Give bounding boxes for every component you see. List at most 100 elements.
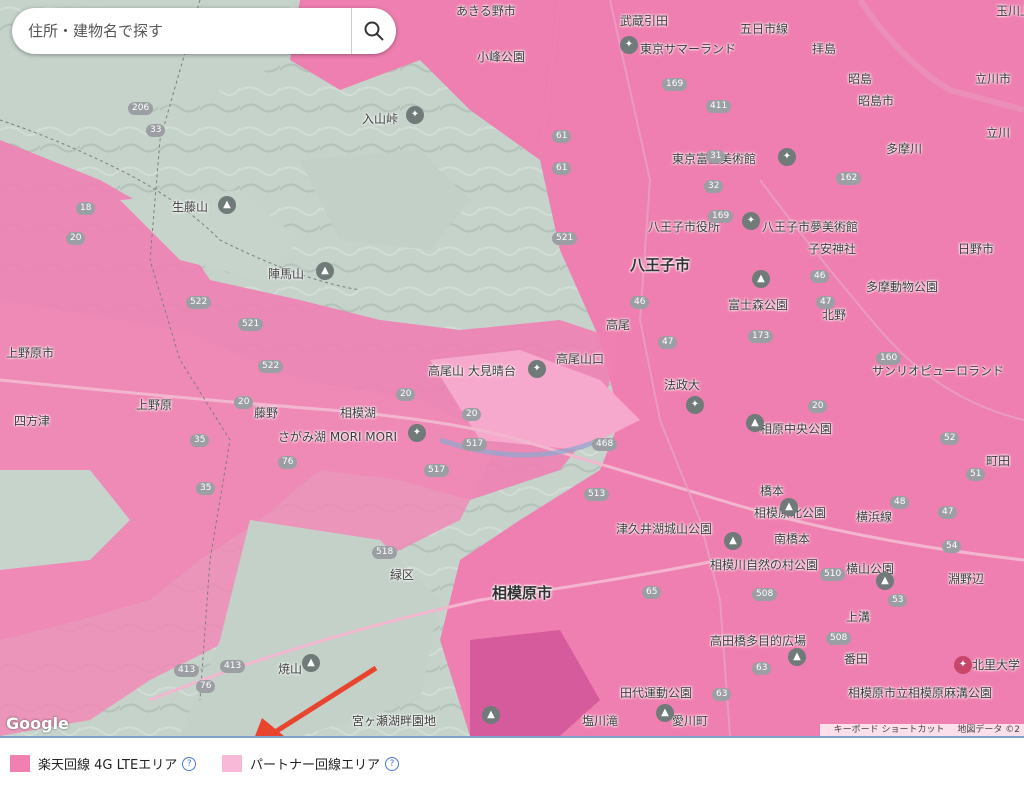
mountain-pin-icon[interactable]: ▲ [316, 262, 334, 280]
mountain-pin-icon[interactable]: ▲ [656, 704, 674, 722]
map-label-city-small[interactable]: 昭島市 [858, 92, 894, 109]
mountain-pin-icon[interactable]: ▲ [482, 706, 500, 724]
map-label-station[interactable]: 上溝 [846, 608, 870, 625]
place-pin-icon[interactable]: ✦ [408, 424, 426, 442]
map-label-poi[interactable]: 多摩動物公園 [866, 278, 938, 295]
road-shield: 76 [278, 456, 298, 469]
mountain-pin-icon[interactable]: ▲ [746, 414, 764, 432]
map-label-poi[interactable]: 高田橋多目的広場 [710, 632, 806, 649]
map-label-poi[interactable]: 塩川滝 [582, 712, 618, 729]
map-label-station[interactable]: 昭島 [848, 70, 872, 87]
road-shield: 20 [66, 232, 86, 245]
road-shield: 169 [662, 78, 688, 91]
map-label-poi[interactable]: 津久井湖城山公園 [616, 520, 712, 537]
map-label-poi[interactable]: 八王子市夢美術館 [762, 218, 858, 235]
road-shield: 54 [942, 540, 962, 553]
map-label-poi[interactable]: 田代運動公園 [620, 684, 692, 701]
map-label-poi[interactable]: 富士森公園 [728, 296, 788, 313]
road-shield: 47 [816, 296, 836, 309]
map-label-poi[interactable]: 北里大学 [972, 656, 1020, 673]
map-label-line[interactable]: 横浜線 [856, 508, 892, 525]
map-label-station[interactable]: 高尾 [606, 316, 630, 333]
map-label-station[interactable]: 玉川上水 [996, 2, 1024, 19]
place-pin-icon[interactable]: ✦ [742, 212, 760, 230]
place-pin-icon[interactable]: ✦ [528, 360, 546, 378]
road-shield: 20 [396, 388, 416, 401]
mountain-pin-icon[interactable]: ▲ [752, 270, 770, 288]
legend-item-4g: 楽天回線 4G LTEエリア ? [10, 754, 197, 773]
place-pin-icon[interactable]: ✦ [686, 396, 704, 414]
map-label-mountain[interactable]: 生藤山 [172, 198, 208, 215]
search-button[interactable] [351, 8, 396, 54]
road-shield: 76 [196, 680, 216, 693]
mountain-pin-icon[interactable]: ▲ [876, 572, 894, 590]
map-label-city-small[interactable]: 愛川町 [672, 712, 708, 729]
map-label-city-small[interactable]: 町田 [986, 452, 1010, 469]
map-label-city-small[interactable]: 日野市 [958, 240, 994, 257]
place-pin-icon[interactable]: ✦ [620, 36, 638, 54]
map-label-station[interactable]: 相模湖 [340, 404, 376, 421]
road-shield: 20 [462, 408, 482, 421]
place-pin-icon[interactable]: ✦ [778, 148, 796, 166]
road-shield: 510 [820, 568, 846, 581]
google-logo: Google [6, 714, 69, 733]
map-label-station[interactable]: 立川 [986, 124, 1010, 141]
map-label-station[interactable]: 上野原 [136, 396, 172, 413]
map-label-poi[interactable]: 高尾山 大見晴台 [428, 362, 516, 379]
mountain-pin-icon[interactable]: ▲ [788, 648, 806, 666]
map-label-poi[interactable]: 入山峠 [362, 110, 398, 127]
map-label-station[interactable]: 番田 [844, 650, 868, 667]
place-pin-icon[interactable]: ✦ [954, 656, 972, 674]
map-label-poi[interactable]: 子安神社 [808, 240, 856, 257]
road-shield: 411 [706, 100, 732, 113]
map-label-station[interactable]: 武蔵引田 [620, 12, 668, 29]
map-label-poi[interactable]: 相模原市立相模原麻溝公園 [848, 684, 992, 701]
help-icon[interactable]: ? [385, 756, 400, 771]
map-label-poi[interactable]: さがみ湖 MORI MORI [278, 428, 397, 445]
map-label-city[interactable]: 相模原市 [492, 582, 552, 603]
map-label-poi[interactable]: 小峰公園 [477, 48, 525, 65]
road-shield: 173 [748, 330, 774, 343]
mountain-pin-icon[interactable]: ▲ [302, 654, 320, 672]
map-label-city-small[interactable]: 上野原市 [6, 344, 54, 361]
mountain-pin-icon[interactable]: ▲ [724, 532, 742, 550]
map-label-station[interactable]: 拝島 [812, 40, 836, 57]
map-label-ward[interactable]: 緑区 [390, 566, 414, 583]
map-label-mountain[interactable]: 焼山 [278, 660, 302, 677]
keyboard-shortcuts-link[interactable]: キーボード ショートカット [834, 725, 945, 735]
map-label-city-small[interactable]: 立川市 [975, 70, 1011, 87]
map-label-city[interactable]: 八王子市 [630, 254, 690, 275]
map-label-poi[interactable]: 法政大 [664, 376, 700, 393]
place-pin-icon[interactable]: ✦ [406, 106, 424, 124]
map-label-station[interactable]: 橋本 [760, 482, 784, 499]
mountain-pin-icon[interactable]: ▲ [218, 196, 236, 214]
road-shield: 162 [836, 172, 862, 185]
map-label-line[interactable]: 五日市線 [740, 20, 788, 37]
road-shield: 521 [552, 232, 578, 245]
map-label-poi[interactable]: 宮ヶ瀬湖畔園地 [352, 712, 436, 729]
road-shield: 53 [888, 594, 908, 607]
road-shield: 31 [706, 150, 726, 163]
map-label-station[interactable]: 四方津 [14, 412, 50, 429]
map-label-city-small[interactable]: あきる野市 [456, 2, 516, 19]
road-shield: 517 [462, 438, 488, 451]
map-label-river[interactable]: 多摩川 [886, 140, 922, 157]
map-label-mountain[interactable]: 陣馬山 [268, 265, 304, 282]
map-label-station[interactable]: 淵野辺 [948, 570, 984, 587]
road-shield: 206 [128, 102, 154, 115]
help-icon[interactable]: ? [182, 756, 197, 771]
map-label-poi[interactable]: 相原中央公園 [760, 420, 832, 437]
road-shield: 413 [174, 664, 200, 677]
address-search-box[interactable] [12, 8, 396, 54]
search-input[interactable] [12, 8, 350, 54]
map-canvas[interactable]: あきる野市武蔵引田五日市線東京サマーランド拝島昭島昭島市立川市小峰公園入山峠東京… [0, 0, 1024, 736]
legend-item-partner: パートナー回線エリア ? [222, 754, 400, 773]
map-label-poi[interactable]: 東京サマーランド [640, 40, 736, 57]
map-label-poi[interactable]: 相模川自然の村公園 [710, 556, 818, 573]
mountain-pin-icon[interactable]: ▲ [780, 498, 798, 516]
legend-swatch-partner [222, 755, 242, 772]
map-data-link[interactable]: 地図データ ©2 [957, 725, 1020, 735]
map-label-station[interactable]: 藤野 [254, 404, 278, 421]
map-label-station[interactable]: 高尾山口 [556, 350, 604, 367]
map-label-station[interactable]: 南橋本 [774, 530, 810, 547]
